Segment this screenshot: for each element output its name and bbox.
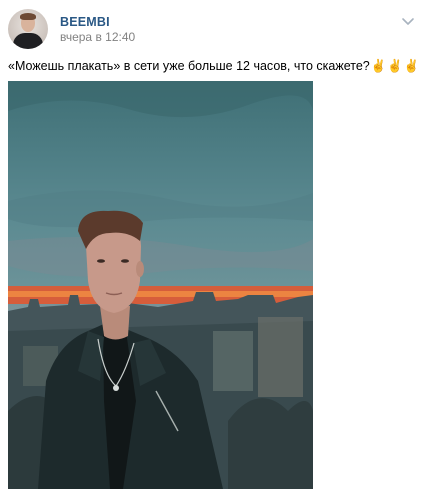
- post-text: «Можешь плакать» в сети уже больше 12 ча…: [8, 58, 420, 74]
- post-time[interactable]: вчера в 12:40: [60, 30, 135, 44]
- chevron-down-icon[interactable]: [401, 15, 415, 27]
- photo-scene: [8, 81, 313, 489]
- wall-post: BEEMBI вчера в 12:40 «Можешь плакать» в …: [0, 0, 427, 502]
- victory-hand-emoji: ✌️: [370, 59, 387, 73]
- victory-hand-emoji: ✌️: [387, 59, 403, 73]
- author-avatar[interactable]: [8, 9, 48, 49]
- post-photo[interactable]: [8, 81, 313, 489]
- author-name[interactable]: BEEMBI: [60, 15, 110, 29]
- post-text-body: «Можешь плакать» в сети уже больше 12 ча…: [8, 59, 370, 73]
- victory-hand-emoji: ✌️: [403, 59, 420, 73]
